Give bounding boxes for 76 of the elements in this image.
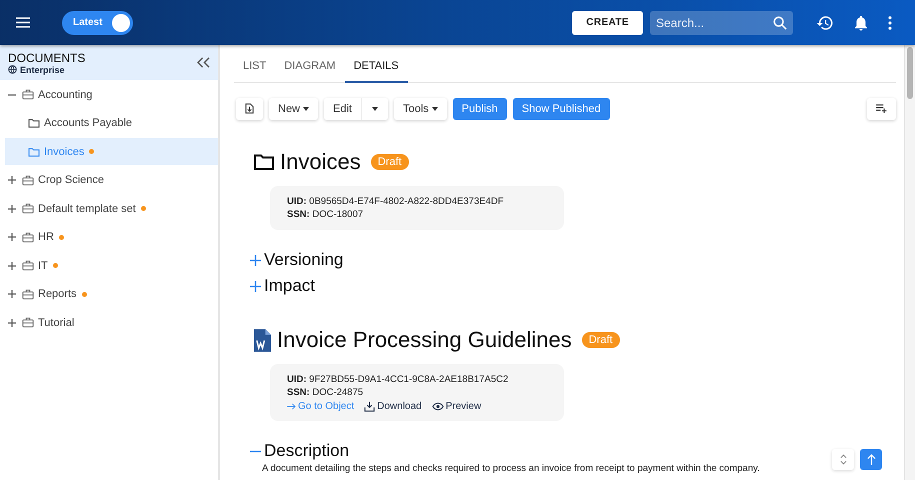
- search-icon[interactable]: [773, 16, 787, 30]
- folder-icon: [28, 146, 40, 156]
- scrollbar[interactable]: [904, 45, 915, 480]
- section-toggle[interactable]: Versioning: [250, 248, 896, 272]
- ssn-text: SSN: DOC-24875: [287, 386, 364, 399]
- briefcase-icon: [22, 174, 34, 186]
- edit-button[interactable]: Edit: [324, 98, 362, 120]
- globe-icon: [8, 65, 17, 74]
- download-icon: [364, 401, 376, 412]
- tab[interactable]: DIAGRAM: [275, 60, 345, 83]
- expander-icon[interactable]: [8, 204, 16, 212]
- tree-item[interactable]: Crop Science: [5, 166, 218, 194]
- briefcase-icon: [22, 317, 34, 328]
- briefcase-icon: [22, 203, 34, 214]
- arrow-up-icon: [866, 454, 876, 465]
- folder-icon: [254, 154, 274, 170]
- action-button[interactable]: Show Published: [512, 98, 610, 120]
- menu-icon[interactable]: [16, 17, 30, 28]
- scroll-top-button[interactable]: [860, 449, 882, 470]
- folder-icon: [28, 118, 40, 128]
- document-icon: [254, 328, 271, 352]
- scroll-toggle-button[interactable]: [832, 449, 854, 470]
- expander-icon[interactable]: [8, 318, 16, 326]
- tree-item[interactable]: Tutorial: [5, 309, 218, 336]
- object-title: Invoice Processing Guidelines: [277, 327, 572, 353]
- description-text: A document detailing the steps and checks required to process an invoice from receipt to payment within the company.: [262, 463, 761, 474]
- uid-text: UID: 9F27BD55-D9A1-4CC1-9C8A-2AE18B17A5C2: [287, 373, 510, 386]
- version-toggle[interactable]: Latest: [62, 10, 134, 34]
- create-button[interactable]: CREATE: [572, 10, 643, 34]
- expander-icon[interactable]: [8, 233, 16, 241]
- expander-icon[interactable]: [8, 262, 16, 270]
- tab[interactable]: DETAILS: [344, 60, 408, 83]
- sidebar-title: DOCUMENTS: [8, 50, 86, 64]
- caret-icon: [432, 106, 438, 110]
- bell-icon[interactable]: [852, 14, 870, 32]
- card-link[interactable]: Preview: [432, 401, 482, 412]
- expander-icon: [250, 280, 261, 292]
- tree-item[interactable]: IT: [5, 252, 218, 279]
- expander-icon[interactable]: [8, 290, 16, 298]
- object-title: Invoices: [280, 149, 361, 175]
- card-link[interactable]: Download: [364, 401, 422, 412]
- more-icon[interactable]: [888, 16, 892, 30]
- tab[interactable]: LIST: [234, 60, 276, 83]
- briefcase-icon: [22, 288, 34, 300]
- caret-icon: [303, 106, 310, 110]
- tree-item[interactable]: HR: [5, 224, 218, 250]
- section-toggle[interactable]: Impact: [250, 274, 896, 298]
- caret-icon: [372, 106, 378, 110]
- tree-item[interactable]: Accounting: [5, 81, 218, 108]
- tree-item[interactable]: Reports: [5, 280, 218, 308]
- briefcase-icon: [22, 89, 34, 100]
- eye-icon: [432, 402, 444, 411]
- section-toggle[interactable]: Description: [250, 439, 896, 463]
- status-badge: Draft: [370, 154, 409, 170]
- file-download-icon: [245, 103, 254, 114]
- status-badge: Draft: [582, 332, 620, 348]
- tree-item[interactable]: Default template set: [5, 195, 218, 222]
- add-list-button[interactable]: [867, 98, 896, 120]
- ssn-text: SSN: DOC-18007: [287, 208, 364, 221]
- dropdown-button[interactable]: [362, 98, 388, 120]
- menu-button[interactable]: Tools: [394, 98, 447, 120]
- action-button[interactable]: Publish: [452, 98, 507, 120]
- briefcase-icon: [22, 260, 34, 271]
- tree-item[interactable]: Accounts Payable: [5, 110, 218, 136]
- collapse-icon[interactable]: [197, 57, 210, 68]
- uid-text: UID: 0B9565D4-E74F-4802-A822-8DD4E373E4DF: [287, 195, 505, 208]
- chevrons-icon: [840, 454, 846, 465]
- menu-button[interactable]: New: [269, 98, 318, 120]
- expander-icon: [250, 254, 261, 266]
- history-icon[interactable]: [816, 14, 834, 32]
- export-button[interactable]: [236, 98, 263, 120]
- workspace-name: Enterprise: [8, 64, 86, 74]
- arrow-right-icon: [287, 403, 296, 410]
- playlist-add-icon: [876, 104, 887, 113]
- briefcase-icon: [22, 232, 34, 242]
- expander-icon[interactable]: [8, 176, 16, 184]
